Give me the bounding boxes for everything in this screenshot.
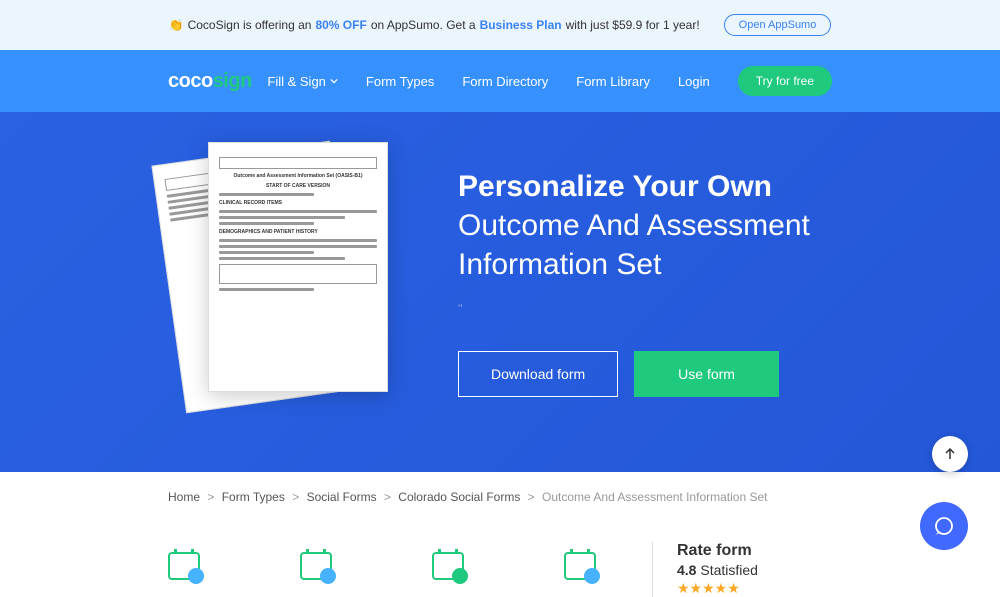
feature-icon-4 [564, 552, 596, 580]
feature-icon-3 [432, 552, 464, 580]
hero-actions: Download form Use form [458, 351, 832, 397]
breadcrumb-social-forms[interactable]: Social Forms [307, 490, 377, 504]
hero-quote-marks: ʼʼ [458, 304, 832, 315]
try-free-button[interactable]: Try for free [738, 66, 832, 96]
promo-bar: 👏 CocoSign is offering an 80% OFF on App… [0, 0, 1000, 50]
breadcrumb-form-types[interactable]: Form Types [222, 490, 285, 504]
bottom-row: Rate form 4.8 Statisfied ★★★★★ [0, 522, 1000, 597]
chat-icon [933, 515, 955, 537]
feature-icon-1 [168, 552, 200, 580]
breadcrumb-current: Outcome And Assessment Information Set [542, 490, 767, 504]
breadcrumb-sep: > [528, 490, 535, 504]
breadcrumb: Home > Form Types > Social Forms > Color… [0, 472, 1000, 522]
scroll-to-top-button[interactable] [932, 436, 968, 472]
promo-plan: Business Plan [480, 18, 562, 32]
rate-score-label: Statisfied [700, 562, 758, 578]
download-form-button[interactable]: Download form [458, 351, 618, 397]
breadcrumb-sep: > [384, 490, 391, 504]
logo-part2: sign [213, 70, 252, 92]
badge-icon [320, 568, 336, 584]
document-page-front: Outcome and Assessment Information Set (… [208, 142, 388, 392]
arrow-up-icon [943, 447, 957, 461]
feature-icons [168, 542, 652, 580]
promo-text-prefix: CocoSign is offering an [188, 18, 312, 32]
logo-part1: coco [168, 70, 213, 92]
promo-text-suffix: with just $59.9 for 1 year! [566, 18, 700, 32]
promo-discount: 80% OFF [315, 18, 366, 32]
hero-content: Personalize Your Own Outcome And Assessm… [458, 167, 832, 397]
nav-form-types[interactable]: Form Types [366, 74, 434, 89]
gear-icon [452, 568, 468, 584]
nav-links: Fill & Sign Form Types Form Directory Fo… [267, 66, 832, 96]
rate-form-box: Rate form 4.8 Statisfied ★★★★★ [652, 542, 832, 597]
rate-score: 4.8 Statisfied [677, 562, 832, 578]
rate-score-value: 4.8 [677, 562, 696, 578]
refresh-icon [584, 568, 600, 584]
chevron-down-icon [330, 77, 338, 85]
nav-login[interactable]: Login [678, 74, 710, 89]
hero-section: Outcome and Assessment Information Set (… [0, 112, 1000, 472]
use-form-button[interactable]: Use form [634, 351, 779, 397]
promo-text-mid1: on AppSumo. Get a [371, 18, 476, 32]
feature-icon-2 [300, 552, 332, 580]
breadcrumb-colorado[interactable]: Colorado Social Forms [398, 490, 520, 504]
clap-icon: 👏 [169, 18, 184, 32]
logo[interactable]: cocosign [168, 70, 252, 93]
breadcrumb-sep: > [292, 490, 299, 504]
hero-title-rest: Outcome And Assessment Information Set [458, 209, 810, 281]
nav-form-library[interactable]: Form Library [576, 74, 650, 89]
hero-title-bold: Personalize Your Own [458, 170, 772, 203]
nav-bar: cocosign Fill & Sign Form Types Form Dir… [0, 50, 1000, 112]
shield-icon [188, 568, 204, 584]
nav-fill-sign-label: Fill & Sign [267, 74, 326, 89]
nav-fill-sign[interactable]: Fill & Sign [267, 74, 338, 89]
chat-button[interactable] [920, 502, 968, 550]
breadcrumb-home[interactable]: Home [168, 490, 200, 504]
breadcrumb-sep: > [207, 490, 214, 504]
open-appsumo-button[interactable]: Open AppSumo [724, 14, 832, 36]
rate-stars[interactable]: ★★★★★ [677, 580, 832, 597]
hero-title: Personalize Your Own Outcome And Assessm… [458, 167, 832, 284]
form-preview: Outcome and Assessment Information Set (… [168, 142, 398, 422]
rate-title: Rate form [677, 542, 832, 560]
nav-form-directory[interactable]: Form Directory [462, 74, 548, 89]
